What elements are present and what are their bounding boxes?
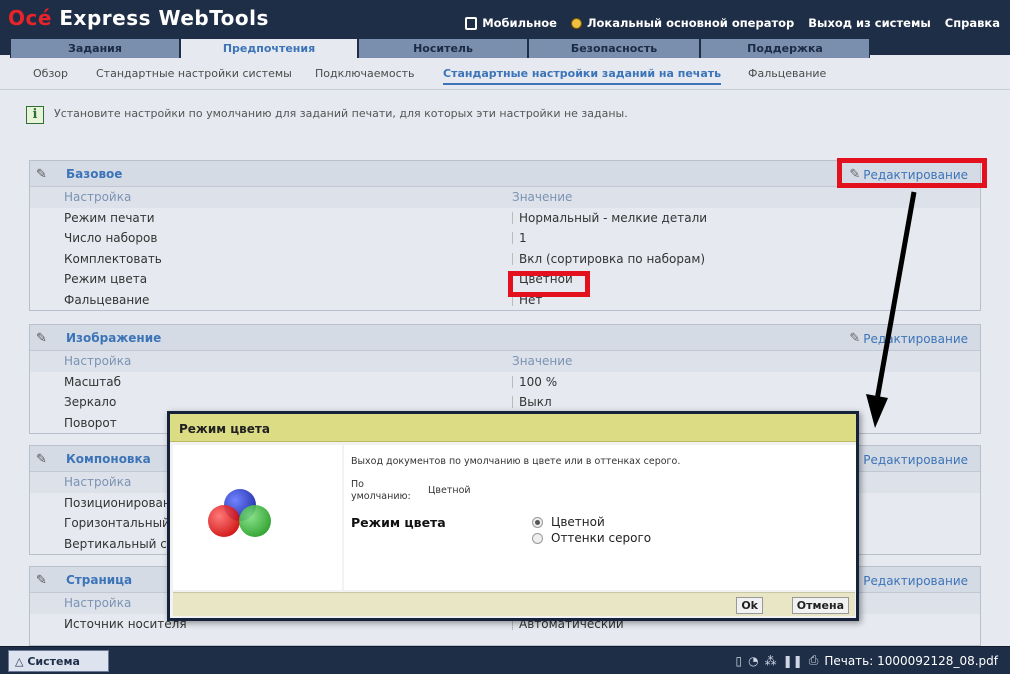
status-bar: △ Система ▯ ◔ ⁂ ❚❚ ⎙ Печать: 1000092128_…	[0, 646, 1010, 674]
sub-nav: Обзор Стандартные настройки системы Подк…	[0, 58, 1010, 90]
user-icon	[570, 17, 582, 29]
table-row: Комплектовать Вкл (сортировка по наборам)	[64, 251, 706, 266]
radio-color[interactable]: Цветной	[532, 515, 605, 529]
subtab-folding[interactable]: Фальцевание	[748, 67, 826, 80]
mobile-link[interactable]: Мобильное	[465, 16, 557, 30]
dialog-title: Режим цвета	[170, 414, 856, 442]
pencil-icon: ✎	[36, 452, 47, 467]
edit-link[interactable]: ✎Редактирование	[849, 452, 968, 467]
subtab-print-job-defaults[interactable]: Стандартные настройки заданий на печать	[443, 67, 722, 85]
system-tab[interactable]: △ Система	[8, 650, 109, 672]
tab-support[interactable]: Поддержка	[700, 38, 870, 58]
mobile-icon	[465, 16, 478, 30]
dialog-form: Выход документов по умолчанию в цвете ил…	[344, 445, 856, 590]
users-icon: ⁂	[764, 653, 777, 668]
tab-preferences[interactable]: Предпочтения	[180, 38, 358, 58]
radio-button[interactable]	[532, 532, 543, 544]
subtab-system-defaults[interactable]: Стандартные настройки системы	[96, 67, 292, 80]
table-row: Режим цвета Цветной	[64, 272, 573, 286]
color-circles-icon	[208, 489, 271, 537]
subtab-connectivity[interactable]: Подключаемость	[315, 67, 415, 80]
radio-button-selected[interactable]	[532, 516, 543, 528]
pencil-icon: ✎	[36, 167, 47, 182]
clock-icon: ◔	[748, 653, 759, 668]
table-row: Режим печати Нормальный - мелкие детали	[64, 210, 708, 225]
radio-grayscale[interactable]: Оттенки серого	[532, 531, 651, 545]
tab-media[interactable]: Носитель	[358, 38, 528, 58]
help-link[interactable]: Справка	[945, 16, 1000, 30]
pencil-icon: ✎	[36, 331, 47, 346]
logout-link[interactable]: Выход из системы	[808, 16, 930, 30]
expand-icon: △	[15, 655, 24, 668]
cancel-button[interactable]: Отмена	[791, 597, 849, 614]
pencil-icon: ✎	[849, 331, 861, 346]
edit-link[interactable]: ✎Редактирование	[849, 331, 968, 346]
table-row: Число наборов 1	[64, 231, 527, 245]
main-tabs: Задания Предпочтения Носитель Безопаснос…	[10, 38, 870, 58]
section-basic: ✎ Базовое ✎ Редактирование Настройка Значе…	[29, 160, 981, 311]
info-icon: i	[26, 106, 44, 124]
edit-link[interactable]: ✎Редактирование	[849, 573, 968, 588]
operator-link[interactable]: Локальный основной оператор	[570, 16, 794, 30]
app-logo: Océ Express WebTools	[8, 6, 269, 30]
dialog-footer: Ok Отмена	[173, 592, 855, 616]
dialog-image-pane	[173, 445, 342, 590]
table-row: Зеркало Выкл	[64, 395, 552, 409]
section-header: ✎ Изображение ✎ Редактирование	[30, 325, 980, 351]
column-header-row: Настройка Значение	[30, 187, 980, 208]
ok-button[interactable]: Ok	[736, 597, 763, 614]
top-bar: Océ Express WebTools Мобильное Локальный…	[0, 0, 1010, 58]
print-status: Печать: 1000092128_08.pdf	[824, 653, 998, 668]
table-row: Фальцевание Нет	[64, 292, 543, 307]
subtab-overview[interactable]: Обзор	[33, 67, 68, 80]
status-right: ▯ ◔ ⁂ ❚❚ ⎙ Печать: 1000092128_08.pdf	[736, 653, 998, 668]
tab-jobs[interactable]: Задания	[10, 38, 180, 58]
edit-link[interactable]: ✎Редактирование	[849, 167, 968, 182]
table-row: Масштаб 100 %	[64, 374, 558, 389]
printer-icon: ⎙	[808, 653, 819, 667]
section-header: ✎ Базовое ✎ Редактирование	[30, 161, 980, 187]
info-message: i Установите настройки по умолчанию для …	[26, 106, 628, 124]
pencil-icon: ✎	[849, 167, 861, 182]
paper-icon: ▯	[735, 653, 743, 668]
pause-icon[interactable]: ❚❚	[783, 654, 803, 668]
color-mode-dialog: Режим цвета Выход документов по умолчани…	[167, 411, 859, 621]
column-header-row: Настройка Значение	[30, 351, 980, 372]
tab-security[interactable]: Безопасность	[528, 38, 700, 58]
top-menu: Мобильное Локальный основной оператор Вы…	[465, 16, 1000, 30]
pencil-icon: ✎	[36, 573, 47, 588]
